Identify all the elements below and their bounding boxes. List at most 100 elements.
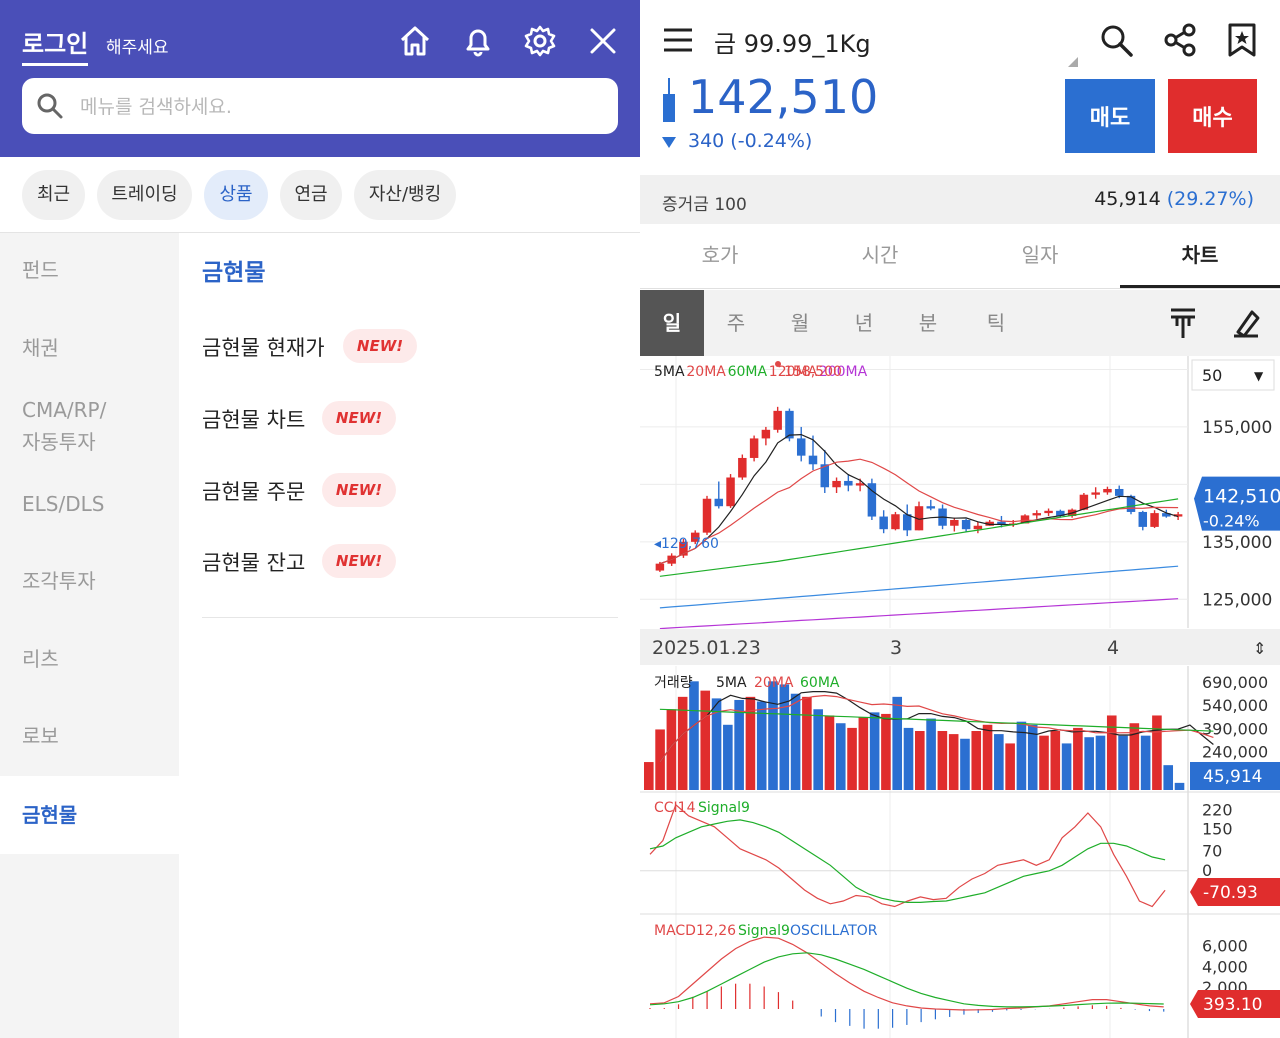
home-icon[interactable] — [396, 22, 434, 60]
drawing-tool-icon[interactable] — [1230, 306, 1262, 340]
category-fund[interactable]: 펀드 — [0, 254, 179, 286]
macd-legend-item: OSCILLATOR — [790, 923, 878, 939]
tab-daily[interactable]: 일자 — [960, 225, 1120, 288]
submenu-title: 금현물 — [202, 260, 266, 286]
low-price-marker: ◂129,760 — [654, 536, 719, 552]
chip-trading[interactable]: 트레이딩 — [97, 170, 192, 220]
margin-label: 증거금 100 — [662, 195, 747, 215]
volume-bar — [1140, 735, 1151, 790]
candle-body — [891, 514, 900, 530]
cci-signal-line — [649, 819, 1166, 904]
category-reits[interactable]: 리츠 — [0, 643, 179, 675]
cci-legend-item: Signal9 — [698, 800, 750, 816]
volume-tick-label: 240,000 — [1202, 743, 1268, 762]
candle-body — [879, 516, 888, 530]
menu-header: 로그인 해주세요 — [0, 0, 640, 157]
category-els[interactable]: ELS/DLS — [0, 488, 179, 520]
period-month[interactable]: 월 — [768, 290, 832, 356]
submenu-item-gold-balance[interactable]: 금현물 잔고 — [202, 547, 305, 577]
volume-bar — [813, 709, 823, 790]
volume-bar — [903, 727, 914, 790]
search-icon[interactable] — [1098, 22, 1134, 58]
sell-button[interactable]: 매도 — [1065, 79, 1155, 153]
new-badge: NEW! — [322, 401, 396, 435]
indicator-settings-icon[interactable] — [1168, 306, 1198, 340]
high-marker-dot — [775, 361, 781, 367]
chart-legend-item: 60MA — [728, 364, 768, 380]
volume-bar — [926, 718, 936, 790]
volume-tick-label: 690,000 — [1202, 673, 1268, 692]
volume-bar — [666, 709, 677, 790]
bookmark-star-icon[interactable] — [1226, 22, 1258, 58]
volume-bar — [847, 727, 857, 790]
candle-body — [738, 457, 747, 478]
hamburger-menu-icon[interactable] — [662, 26, 694, 54]
menu-panel: 로그인 해주세요 최근 트레이딩 상품 연금 자산/뱅킹 펀드 채권 CMA/R… — [0, 0, 640, 1038]
category-fractional[interactable]: 조각투자 — [0, 565, 179, 597]
chart-area[interactable]: 165,000155,000145,000135,000125,0005MA20… — [640, 356, 1280, 1038]
candle-body — [726, 477, 735, 507]
volume-bar — [915, 731, 925, 790]
macd-signal-line — [649, 952, 1164, 1008]
instrument-title[interactable]: 금 99.99_1Kg — [714, 24, 871, 59]
candle-body — [1044, 510, 1053, 514]
category-bond[interactable]: 채권 — [0, 332, 179, 364]
submenu-item-gold-price[interactable]: 금현물 현재가 — [202, 332, 325, 362]
candle-body — [1138, 511, 1148, 527]
search-input[interactable] — [78, 78, 602, 136]
chip-recent[interactable]: 최근 — [22, 170, 85, 220]
volume-bar — [768, 681, 778, 790]
volume-bar — [1073, 727, 1083, 790]
high-price-marker: 158,500 — [784, 364, 842, 380]
share-icon[interactable] — [1162, 22, 1198, 58]
period-tick[interactable]: 틱 — [964, 290, 1028, 356]
macd-tick-label: 4,000 — [1202, 957, 1248, 976]
volume-bar — [881, 713, 891, 790]
buy-button[interactable]: 매수 — [1168, 79, 1257, 153]
gear-icon[interactable] — [521, 22, 559, 60]
tab-orderbook[interactable]: 호가 — [640, 225, 800, 288]
chip-products[interactable]: 상품 — [204, 170, 268, 220]
volume-bar — [971, 731, 982, 790]
candle-body — [761, 429, 771, 439]
candle-body — [1114, 488, 1124, 496]
cci-tick-label: 220 — [1202, 800, 1233, 819]
macd-last-value: 393.10 — [1203, 995, 1262, 1015]
trading-panel: 금 99.99_1Kg 142,510 340 (-0.24%) 매도 매수 증… — [640, 0, 1280, 1038]
login-link[interactable]: 로그인 — [22, 24, 89, 66]
volume-bar — [802, 696, 812, 790]
period-year[interactable]: 년 — [832, 290, 896, 356]
tab-time[interactable]: 시간 — [800, 225, 960, 288]
bell-icon[interactable] — [459, 22, 497, 60]
tab-chart[interactable]: 차트 — [1120, 225, 1280, 288]
volume-bar — [1163, 765, 1174, 790]
category-gold[interactable]: 금현물 — [0, 776, 179, 854]
chart-legend-item: 20MA — [686, 364, 726, 380]
submenu-item-gold-order[interactable]: 금현물 주문 — [202, 476, 305, 506]
period-day[interactable]: 일 — [640, 290, 704, 356]
macd-tick-label: 6,000 — [1202, 937, 1248, 956]
new-badge: NEW! — [322, 473, 396, 507]
macd-legend-item: MACD12,26 — [654, 923, 736, 939]
volume-tick-label: 540,000 — [1202, 696, 1268, 715]
candle-body — [973, 525, 983, 530]
period-week[interactable]: 주 — [704, 290, 768, 356]
price-panel-bg — [640, 356, 1280, 628]
close-icon[interactable] — [584, 22, 622, 60]
period-minute[interactable]: 분 — [896, 290, 960, 356]
date-label: 4 — [1107, 637, 1119, 659]
category-robo[interactable]: 로보 — [0, 720, 179, 752]
candle-body — [961, 520, 971, 530]
cci-tick-label: 150 — [1202, 820, 1233, 839]
divider — [640, 288, 1280, 289]
date-label: 2025.01.23 — [652, 637, 761, 659]
dropdown-corner-icon — [1068, 52, 1078, 67]
volume-last-value: 45,914 — [1203, 767, 1262, 787]
chip-pension[interactable]: 연금 — [280, 170, 342, 220]
macd-legend-item: Signal9 — [738, 923, 790, 939]
chip-assets-banking[interactable]: 자산/뱅킹 — [354, 170, 456, 220]
category-cma[interactable]: CMA/RP/ 자동투자 — [0, 394, 179, 458]
submenu-item-gold-chart[interactable]: 금현물 차트 — [202, 404, 305, 434]
new-badge: NEW! — [343, 329, 417, 363]
volume-bar — [1005, 743, 1015, 790]
